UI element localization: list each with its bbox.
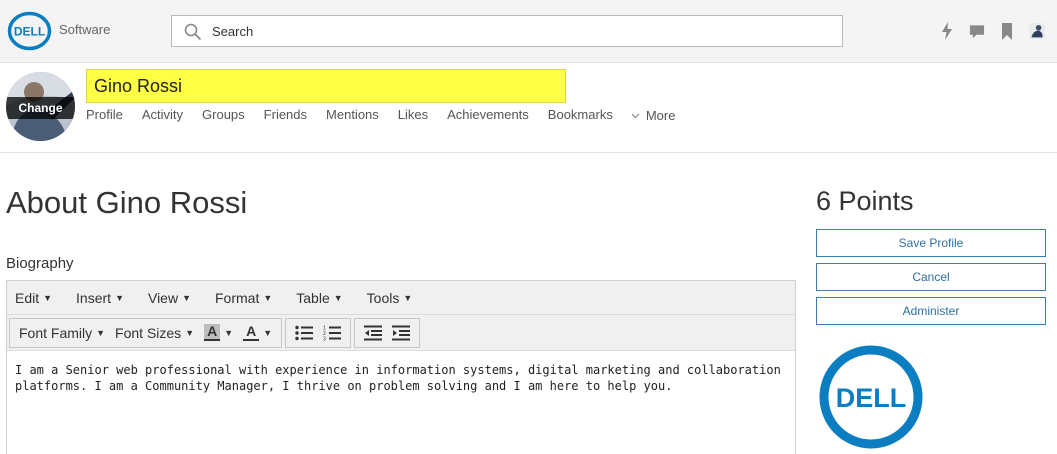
outdent-button[interactable] (359, 319, 387, 347)
logo-text: DELL (14, 25, 45, 39)
menu-view[interactable]: View ▼ (148, 290, 191, 306)
caret-down-icon: ▼ (333, 292, 343, 303)
menu-edit[interactable]: Edit ▼ (15, 290, 52, 306)
caret-down-icon: ▼ (263, 292, 273, 303)
tab-profile[interactable]: Profile (86, 107, 123, 122)
search-input[interactable] (212, 16, 832, 46)
editor-menubar: Edit ▼ Insert ▼ View ▼ Format ▼ Table ▼ Tools… (7, 281, 795, 315)
outdent-icon (364, 325, 383, 340)
menu-tools-label: Tools (366, 289, 400, 306)
more-menu[interactable]: More (631, 108, 676, 123)
cancel-button[interactable]: Cancel (816, 263, 1046, 291)
caret-down-icon: ▼ (185, 327, 195, 338)
tab-likes[interactable]: Likes (398, 107, 428, 122)
menu-insert[interactable]: Insert ▼ (76, 290, 124, 306)
text-color-button[interactable]: A ▼ (238, 319, 277, 347)
menu-table[interactable]: Table ▼ (296, 290, 342, 306)
logo-large-text: DELL (836, 383, 907, 413)
indent-group (354, 317, 421, 348)
save-profile-button[interactable]: Save Profile (816, 229, 1046, 257)
rich-text-editor: Edit ▼ Insert ▼ View ▼ Format ▼ Table ▼ Tools… (6, 280, 796, 454)
profile-header: Change Gino Rossi Profile Activity Group… (0, 64, 1057, 153)
brand-text: Software (59, 22, 111, 37)
biography-label: Biography (6, 255, 74, 272)
indent-button[interactable] (387, 319, 415, 347)
more-label: More (645, 108, 676, 123)
tab-friends[interactable]: Friends (264, 107, 307, 122)
avatar-change-button[interactable]: Change (6, 97, 75, 119)
font-sizes-select[interactable]: Font Sizes ▼ (110, 319, 199, 347)
font-sizes-label: Font Sizes (115, 324, 182, 341)
text-color-icon: A (243, 324, 260, 341)
font-family-label: Font Family (19, 324, 93, 341)
menu-table-label: Table (296, 289, 330, 306)
points-count: 6 Points (816, 186, 914, 216)
menu-edit-label: Edit (15, 289, 40, 306)
user-avatar-icon[interactable] (1029, 21, 1045, 41)
editor-toolbar: Font Family ▼ Font Sizes ▼ A ▼ A ▼ 1 2 3 (7, 315, 795, 351)
bookmark-icon[interactable] (999, 21, 1015, 41)
menu-tools[interactable]: Tools ▼ (367, 290, 413, 306)
svg-text:3: 3 (323, 336, 326, 341)
tab-activity[interactable]: Activity (142, 107, 183, 122)
menu-view-label: View (147, 289, 179, 306)
font-group: Font Family ▼ Font Sizes ▼ A ▼ A ▼ (9, 317, 283, 348)
administer-button[interactable]: Administer (816, 297, 1046, 325)
chat-icon[interactable] (969, 21, 985, 41)
profile-name-field[interactable]: Gino Rossi (86, 69, 566, 103)
tab-mentions[interactable]: Mentions (326, 107, 379, 122)
caret-down-icon: ▼ (403, 292, 413, 303)
caret-down-icon: ▼ (43, 292, 53, 303)
dell-logo-large: DELL (819, 345, 923, 449)
tab-achievements[interactable]: Achievements (447, 107, 529, 122)
menu-format-label: Format (215, 289, 260, 306)
tab-groups[interactable]: Groups (202, 107, 245, 122)
bullet-list-icon (295, 325, 314, 340)
search-icon (184, 23, 202, 41)
indent-icon (392, 325, 411, 340)
caret-down-icon: ▼ (115, 292, 124, 303)
font-family-select[interactable]: Font Family ▼ (14, 319, 110, 347)
top-bar: DELL Software (0, 0, 1057, 63)
numbered-list-button[interactable]: 1 2 3 (318, 319, 346, 347)
profile-nav: Profile Activity Groups Friends Mentions… (86, 106, 675, 123)
top-icons (939, 21, 1045, 41)
caret-down-icon: ▼ (263, 327, 273, 338)
dell-logo[interactable]: DELL (7, 11, 52, 51)
lightning-icon[interactable] (939, 21, 955, 41)
bullet-list-button[interactable] (290, 319, 318, 347)
caret-down-icon: ▼ (224, 327, 234, 338)
list-group: 1 2 3 (285, 317, 352, 348)
page-title: About Gino Rossi (6, 185, 248, 220)
caret-down-icon: ▼ (182, 292, 191, 303)
background-color-icon: A (204, 324, 221, 341)
menu-insert-label: Insert (76, 289, 112, 306)
chevron-down-icon (631, 113, 640, 118)
profile-avatar[interactable]: Change (6, 72, 75, 141)
background-color-button[interactable]: A ▼ (199, 319, 238, 347)
editor-content[interactable]: I am a Senior web professional with expe… (7, 351, 795, 405)
menu-format[interactable]: Format ▼ (215, 290, 272, 306)
numbered-list-icon: 1 2 3 (323, 325, 342, 341)
caret-down-icon: ▼ (96, 327, 106, 338)
tab-bookmarks[interactable]: Bookmarks (548, 107, 613, 122)
search-box[interactable] (171, 15, 843, 47)
